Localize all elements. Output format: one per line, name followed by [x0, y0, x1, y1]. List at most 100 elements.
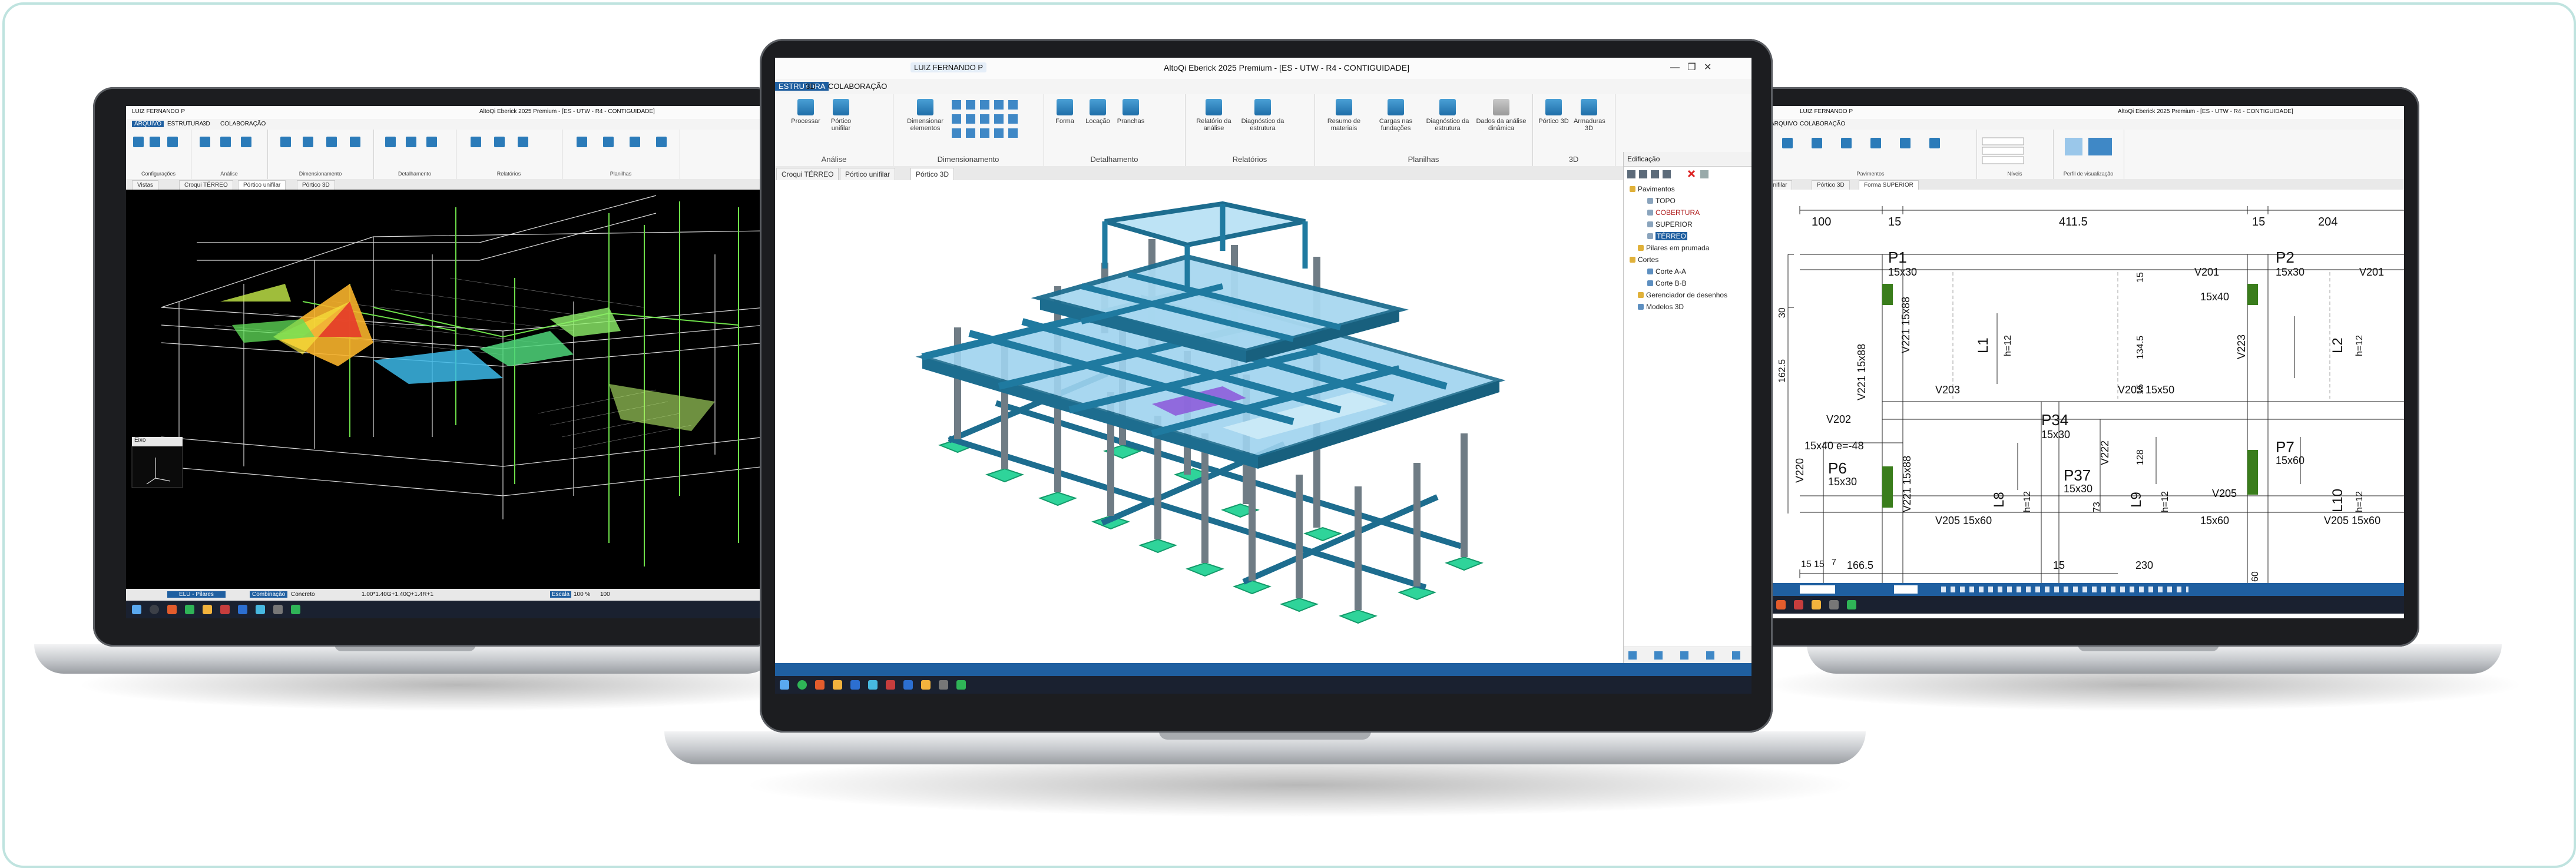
app-icon[interactable] [815, 680, 825, 690]
slab-l8[interactable]: L8 [1991, 492, 2008, 508]
processar-button[interactable]: Processar [790, 99, 821, 125]
tree-cobertura[interactable]: COBERTURA [1647, 208, 1700, 217]
app-icon[interactable] [939, 680, 948, 690]
dimensionar-elementos-button[interactable]: Dimensionar elementos [905, 99, 946, 132]
beam-v221-a[interactable]: V221 15x88 [1856, 344, 1868, 400]
right-doctab-forma-superior[interactable]: Forma SUPERIOR [1859, 180, 1919, 190]
left-tab-3d[interactable]: 3D [203, 121, 210, 127]
tree-pilares-prumada[interactable]: Pilares em prumada [1638, 244, 1709, 252]
app-icon[interactable] [185, 605, 194, 614]
folder-icon[interactable] [1812, 600, 1821, 609]
beam-v221-c[interactable]: V221 15x88 [1901, 456, 1913, 512]
app-icon[interactable] [238, 605, 247, 614]
whatsapp-icon[interactable] [797, 680, 807, 690]
app-icon[interactable] [273, 605, 283, 614]
locacao-button[interactable]: Locação [1082, 99, 1113, 125]
app-icon[interactable] [850, 680, 860, 690]
right-snap-toolbar[interactable] [1941, 587, 2188, 592]
beam-v221-b[interactable]: V221 15x88 [1900, 297, 1912, 353]
center-user-badge[interactable]: LUIZ FERNANDO P [910, 62, 987, 72]
diagnostico-planilha-button[interactable]: Diagnóstico da estrutura [1424, 99, 1471, 132]
cargas-fundacoes-button[interactable]: Cargas nas fundações [1372, 99, 1419, 132]
right-ribbon-icons[interactable] [1764, 130, 2130, 179]
left-material-field[interactable]: Concreto [291, 591, 315, 598]
beam-v223[interactable]: V223 [2236, 334, 2248, 359]
slab-l2[interactable]: L2 [2330, 337, 2346, 353]
right-tab-arquivo[interactable]: ARQUIVO [1770, 121, 1797, 127]
panel-toolbar-icons[interactable] [1626, 168, 1744, 180]
panel-toolbar[interactable] [1626, 168, 1750, 180]
beam-v203-a[interactable]: V203 [1935, 384, 1960, 396]
slab-l10[interactable]: L10 [2330, 489, 2346, 512]
center-3d-viewport[interactable] [775, 180, 1623, 663]
left-tab-colaboracao[interactable]: COLABORAÇÃO [220, 121, 266, 127]
beam-v222[interactable]: V222 [2099, 440, 2111, 465]
relatorio-analise-button[interactable]: Relatório da análise [1193, 99, 1234, 132]
pillar-p2[interactable]: P2 [2276, 249, 2294, 267]
tree-topo[interactable]: TOPO [1647, 197, 1676, 205]
left-doctab-vistas[interactable]: Vistas [132, 180, 159, 190]
windows-start-icon[interactable] [780, 680, 789, 690]
pranchas-button[interactable]: Pranchas [1115, 99, 1146, 125]
window-controls[interactable]: — ❐ ✕ [1670, 61, 1711, 73]
left-user-badge[interactable]: LUIZ FERNANDO P [132, 108, 185, 115]
tree-cortes[interactable]: Cortes [1630, 256, 1658, 264]
tree-gerenciador[interactable]: Gerenciador de desenhos [1638, 291, 1727, 299]
beam-v205-a[interactable]: V205 [2212, 488, 2237, 500]
left-ribbon-icons[interactable] [126, 130, 766, 179]
portico-unifilar-button[interactable]: Pórtico unifilar [826, 99, 856, 132]
app-icon[interactable] [1829, 600, 1839, 609]
left-doctab-croqui[interactable]: Croqui TÉRREO [179, 180, 233, 190]
dados-analise-dinamica-button[interactable]: Dados da análise dinâmica [1476, 99, 1527, 132]
left-doctab-portico-unifilar[interactable]: Pórtico unifilar [238, 180, 286, 190]
whatsapp-icon[interactable] [1847, 600, 1856, 609]
right-tab-colaboracao[interactable]: COLABORAÇÃO [1800, 121, 1845, 127]
beam-v203-b[interactable]: V203 15x50 [2118, 384, 2174, 396]
app-icon[interactable] [886, 680, 895, 690]
app-icon[interactable] [220, 605, 230, 614]
doctab-croqui-terreo[interactable]: Croqui TÉRREO [776, 168, 839, 180]
left-max-value[interactable]: 100 [600, 591, 610, 598]
windows-start-icon[interactable] [132, 605, 141, 614]
beam-v205-c[interactable]: V205 15x60 [2324, 515, 2380, 527]
app-icon[interactable] [1776, 600, 1786, 609]
app-icon[interactable] [903, 680, 913, 690]
slab-l1[interactable]: L1 [1975, 337, 1992, 353]
right-coord-field[interactable] [1800, 585, 1835, 594]
beam-v201-a[interactable]: V201 [2194, 266, 2219, 279]
forma-button[interactable]: Forma [1049, 99, 1080, 125]
beam-v201-b[interactable]: V201 [2359, 266, 2384, 279]
pillar-p37[interactable]: P37 [2064, 466, 2091, 485]
folder-icon[interactable] [921, 680, 931, 690]
center-tab-colaboracao[interactable]: COLABORAÇÃO [828, 82, 887, 91]
left-tab-estrutura[interactable]: ESTRUTURA [167, 121, 203, 127]
chrome-icon[interactable] [833, 680, 842, 690]
beam-v205-b[interactable]: V205 15x60 [1935, 515, 1992, 527]
pillar-p6[interactable]: P6 [1828, 459, 1847, 478]
search-icon[interactable] [150, 605, 159, 614]
right-scale-field[interactable] [1894, 585, 1918, 594]
folder-icon[interactable] [203, 605, 212, 614]
doctab-portico-3d[interactable]: Pórtico 3D [910, 168, 955, 180]
left-scale-value[interactable]: 100 % [574, 591, 590, 598]
resumo-materiais-button[interactable]: Resumo de materiais [1320, 99, 1368, 132]
app-icon[interactable] [256, 605, 265, 614]
app-icon[interactable] [956, 680, 966, 690]
beam-v202[interactable]: V202 [1826, 413, 1851, 426]
pillar-p34[interactable]: P34 [2041, 411, 2068, 429]
tree-superior[interactable]: SUPERIOR [1647, 220, 1693, 228]
dimensionamento-small-icons[interactable] [952, 100, 1040, 141]
app-icon[interactable] [868, 680, 878, 690]
diagnostico-estrutura-button[interactable]: Diagnóstico da estrutura [1239, 99, 1286, 132]
left-combo-select[interactable]: ELU - Pilares [167, 591, 226, 598]
center-tab-3d[interactable]: 3D [806, 82, 816, 91]
left-wireframe-viewport[interactable] [126, 190, 766, 589]
portico-3d-button[interactable]: Pórtico 3D [1538, 99, 1569, 125]
tree-pavimentos[interactable]: Pavimentos [1630, 185, 1675, 193]
right-doctab-portico-3d[interactable]: Pórtico 3D [1812, 180, 1850, 190]
center-tab-estrutura[interactable]: ESTRUTURA [775, 82, 829, 91]
pillar-p7[interactable]: P7 [2276, 438, 2294, 456]
slab-l9[interactable]: L9 [2128, 492, 2145, 508]
beam-v220[interactable]: V220 [1794, 458, 1806, 483]
whatsapp-icon[interactable] [291, 605, 300, 614]
